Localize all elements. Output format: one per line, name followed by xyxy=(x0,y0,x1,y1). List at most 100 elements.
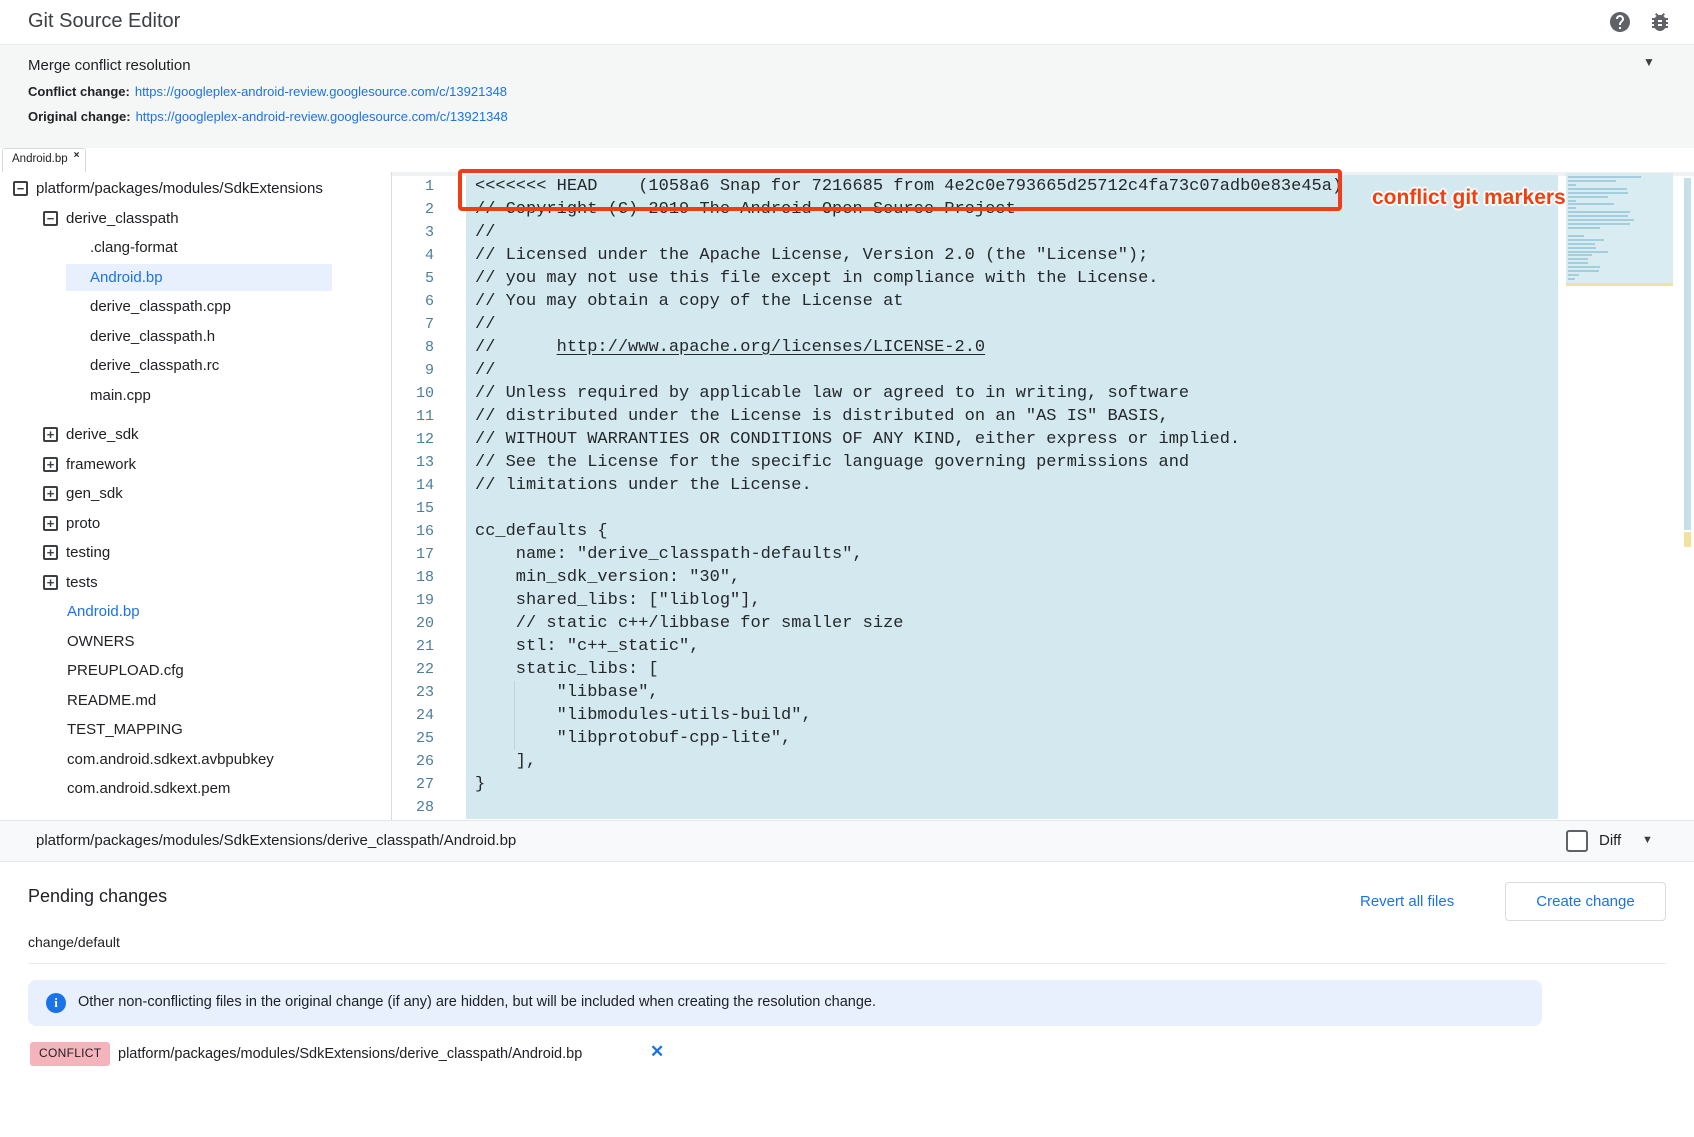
line-number: 23 xyxy=(392,681,466,704)
file-path-bar: platform/packages/modules/SdkExtensions/… xyxy=(0,820,1694,862)
minimap-line xyxy=(1568,243,1595,245)
minimap-line xyxy=(1568,188,1627,190)
line-number: 20 xyxy=(392,612,466,635)
tab-android-bp[interactable]: Android.bp× xyxy=(2,148,86,172)
line-text: // limitations under the License. xyxy=(466,474,1558,497)
line-number: 5 xyxy=(392,267,466,290)
tree-item-com.android.sdkext.avbpubkey[interactable]: com.android.sdkext.avbpubkey xyxy=(0,745,391,775)
code-line[interactable]: 24 "libmodules-utils-build", xyxy=(392,704,1558,727)
code-line[interactable]: 3// xyxy=(392,221,1558,244)
tree-item-label: testing xyxy=(66,544,110,561)
remove-file-icon[interactable]: ✕ xyxy=(650,1042,664,1062)
code-line[interactable]: 5// you may not use this file except in … xyxy=(392,267,1558,290)
code-line[interactable]: 27} xyxy=(392,773,1558,796)
tree-item-label: derive_classpath.rc xyxy=(90,357,219,374)
tree-item-derive-classpath.cpp[interactable]: derive_classpath.cpp xyxy=(0,292,391,322)
tree-item-proto[interactable]: + proto xyxy=(0,509,391,539)
code-line[interactable]: 22 static_libs: [ xyxy=(392,658,1558,681)
code-line[interactable]: 12// WITHOUT WARRANTIES OR CONDITIONS OF… xyxy=(392,428,1558,451)
tree-item-OWNERS[interactable]: OWNERS xyxy=(0,627,391,657)
expand-icon[interactable]: + xyxy=(43,427,58,442)
help-icon[interactable] xyxy=(1608,10,1632,34)
code-line[interactable]: 21 stl: "c++_static", xyxy=(392,635,1558,658)
minimap-line xyxy=(1568,278,1575,280)
code-line[interactable]: 6// You may obtain a copy of the License… xyxy=(392,290,1558,313)
code-line[interactable]: 23 "libbase", xyxy=(392,681,1558,704)
tree-item-PREUPLOAD.cfg[interactable]: PREUPLOAD.cfg xyxy=(0,656,391,686)
code-line[interactable]: 13// See the License for the specific la… xyxy=(392,451,1558,474)
line-number: 4 xyxy=(392,244,466,267)
code-line[interactable]: 28 xyxy=(392,796,1558,819)
code-line[interactable]: 7// xyxy=(392,313,1558,336)
tree-item-.clang-format[interactable]: .clang-format xyxy=(0,233,391,263)
collapse-panel-icon[interactable]: ▼ xyxy=(1643,55,1655,69)
tree-item-com.android.sdkext.pem[interactable]: com.android.sdkext.pem xyxy=(0,774,391,804)
code-line[interactable]: 26 ], xyxy=(392,750,1558,773)
code-line[interactable]: 8// http://www.apache.org/licenses/LICEN… xyxy=(392,336,1558,359)
code-lines[interactable]: 1<<<<<<< HEAD (1058a6 Snap for 7216685 f… xyxy=(392,175,1558,819)
revert-all-files-button[interactable]: Revert all files xyxy=(1360,893,1454,910)
code-line[interactable]: 9// xyxy=(392,359,1558,382)
tree-item-label: Android.bp xyxy=(90,269,163,286)
minimap-block[interactable] xyxy=(1566,173,1673,283)
current-file-path: platform/packages/modules/SdkExtensions/… xyxy=(36,832,516,849)
minimap-line xyxy=(1568,274,1579,276)
collapse-icon[interactable]: − xyxy=(43,211,58,226)
tree-item-framework[interactable]: +framework xyxy=(0,450,391,480)
code-line[interactable]: 16cc_defaults { xyxy=(392,520,1558,543)
code-line[interactable]: 18 min_sdk_version: "30", xyxy=(392,566,1558,589)
bug-report-icon[interactable] xyxy=(1648,10,1672,34)
tree-item-derive-classpath[interactable]: −derive_classpath xyxy=(0,204,391,234)
line-number: 24 xyxy=(392,704,466,727)
tree-item-TEST-MAPPING[interactable]: TEST_MAPPING xyxy=(0,715,391,745)
tree-item-Android.bp[interactable]: Android.bp xyxy=(0,597,391,627)
tree-item-platform-packages-modules-SdkExtensions[interactable]: −platform/packages/modules/SdkExtensions xyxy=(0,174,391,204)
code-line[interactable]: 15 xyxy=(392,497,1558,520)
diff-dropdown-icon[interactable]: ▼ xyxy=(1642,834,1653,846)
minimap-line xyxy=(1568,176,1641,178)
code-line[interactable]: 4// Licensed under the Apache License, V… xyxy=(392,244,1558,267)
tab-close-icon[interactable]: × xyxy=(74,150,80,161)
pending-changes-section: Pending changes Revert all files Create … xyxy=(0,862,1694,1137)
tree-item-testing[interactable]: + testing xyxy=(0,538,391,568)
tree-item-main.cpp[interactable]: main.cpp xyxy=(0,381,391,411)
line-number: 1 xyxy=(392,175,466,198)
info-banner: i Other non-conflicting files in the ori… xyxy=(28,980,1542,1026)
conflict-change-link[interactable]: https://googleplex-android-review.google… xyxy=(135,84,507,99)
code-line[interactable]: 14// limitations under the License. xyxy=(392,474,1558,497)
expand-icon[interactable]: + xyxy=(43,575,58,590)
expand-icon[interactable]: + xyxy=(43,457,58,472)
tree-item-label: proto xyxy=(66,515,100,532)
code-line[interactable]: 25 "libprotobuf-cpp-lite", xyxy=(392,727,1558,750)
expand-icon[interactable]: + xyxy=(43,516,58,531)
code-line[interactable]: 10// Unless required by applicable law o… xyxy=(392,382,1558,405)
code-line[interactable]: 17 name: "derive_classpath-defaults", xyxy=(392,543,1558,566)
expand-icon[interactable]: + xyxy=(43,486,58,501)
conflict-status-badge: CONFLICT xyxy=(30,1042,110,1066)
original-change-link[interactable]: https://googleplex-android-review.google… xyxy=(136,109,508,124)
line-text: // Unless required by applicable law or … xyxy=(466,382,1558,405)
collapse-icon[interactable]: − xyxy=(13,181,28,196)
line-number: 21 xyxy=(392,635,466,658)
code-line[interactable]: 20 // static c++/libbase for smaller siz… xyxy=(392,612,1558,635)
code-line[interactable]: 11// distributed under the License is di… xyxy=(392,405,1558,428)
create-change-button[interactable]: Create change xyxy=(1505,882,1666,921)
tree-item-tests[interactable]: +tests xyxy=(0,568,391,598)
tree-item-derive-sdk[interactable]: +derive_sdk xyxy=(0,420,391,450)
tree-item-label: PREUPLOAD.cfg xyxy=(67,662,184,679)
code-line[interactable]: 19 shared_libs: ["liblog"], xyxy=(392,589,1558,612)
line-text: // http://www.apache.org/licenses/LICENS… xyxy=(466,336,1558,359)
tree-item-Android.bp[interactable]: Android.bp xyxy=(0,263,391,293)
tree-item-gen-sdk[interactable]: +gen_sdk xyxy=(0,479,391,509)
expand-icon[interactable]: + xyxy=(43,545,58,560)
line-text: // xyxy=(466,221,1558,244)
overview-ruler-change-marker[interactable] xyxy=(1684,178,1691,530)
overview-ruler-yellow-marker xyxy=(1684,532,1691,547)
tree-item-derive-classpath.rc[interactable]: derive_classpath.rc xyxy=(0,351,391,381)
tree-item-README.md[interactable]: README.md xyxy=(0,686,391,716)
tree-item-derive-classpath.h[interactable]: derive_classpath.h xyxy=(0,322,391,352)
line-text: // See the License for the specific lang… xyxy=(466,451,1558,474)
line-text: // static c++/libbase for smaller size xyxy=(466,612,1558,635)
diff-checkbox[interactable] xyxy=(1566,830,1588,852)
line-number: 13 xyxy=(392,451,466,474)
